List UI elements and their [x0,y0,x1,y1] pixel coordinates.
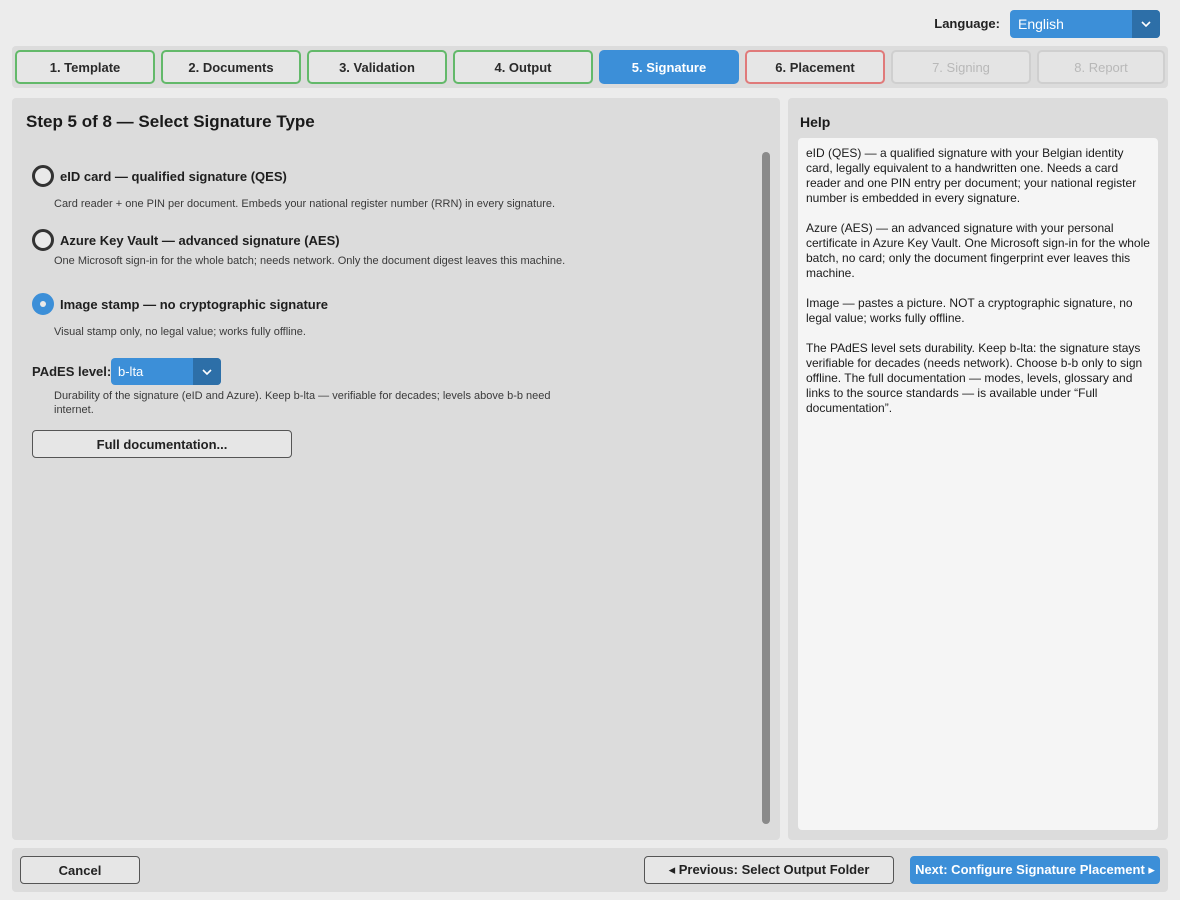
page-title: Step 5 of 8 — Select Signature Type [26,112,315,131]
scrollbar[interactable] [762,152,770,824]
step-signature[interactable]: 5. Signature [599,50,739,84]
step-report: 8. Report [1037,50,1165,84]
option-image-description: Visual stamp only, no legal value; works… [54,326,306,338]
step-template[interactable]: 1. Template [15,50,155,84]
previous-button[interactable]: ◂ Previous: Select Output Folder [644,856,894,884]
cancel-button[interactable]: Cancel [20,856,140,884]
language-label: Language: [934,16,1000,31]
help-text: eID (QES) — a qualified signature with y… [798,138,1158,830]
help-paragraph-eid: eID (QES) — a qualified signature with y… [806,146,1137,205]
step-placement[interactable]: 6. Placement [745,50,885,84]
step-validation[interactable]: 3. Validation [307,50,447,84]
option-azure[interactable]: Azure Key Vault — advanced signature (AE… [32,229,340,251]
radio-image[interactable] [32,293,54,315]
language-value: English [1018,16,1064,32]
chevron-down-icon[interactable] [1132,10,1160,38]
option-azure-label: Azure Key Vault — advanced signature (AE… [60,232,340,248]
step-signing: 7. Signing [891,50,1031,84]
chevron-down-icon[interactable] [193,358,221,385]
pades-value: b-lta [118,364,144,379]
pades-label: PAdES level: [32,364,112,379]
next-button[interactable]: Next: Configure Signature Placement ▸ [910,856,1160,884]
full-documentation-button[interactable]: Full documentation... [32,430,292,458]
option-eid-label: eID card — qualified signature (QES) [60,168,287,184]
option-image[interactable]: Image stamp — no cryptographic signature [32,293,328,315]
help-paragraph-azure: Azure (AES) — an advanced signature with… [806,221,1150,280]
language-select[interactable]: English [1010,10,1160,38]
option-eid[interactable]: eID card — qualified signature (QES) [32,165,287,187]
step-documents[interactable]: 2. Documents [161,50,301,84]
wizard-steps: 1. Template 2. Documents 3. Validation 4… [12,46,1168,88]
radio-azure[interactable] [32,229,54,251]
help-title: Help [800,114,831,130]
option-image-label: Image stamp — no cryptographic signature [60,296,328,312]
main-panel: Step 5 of 8 — Select Signature Type eID … [12,98,780,840]
footer-bar: Cancel ◂ Previous: Select Output Folder … [12,848,1168,892]
help-panel: Help eID (QES) — a qualified signature w… [788,98,1168,840]
pades-select[interactable]: b-lta [111,358,221,385]
option-eid-description: Card reader + one PIN per document. Embe… [54,198,556,210]
radio-eid[interactable] [32,165,54,187]
step-output[interactable]: 4. Output [453,50,593,84]
pades-description: Durability of the signature (eID and Azu… [54,390,551,416]
option-azure-description: One Microsoft sign-in for the whole batc… [54,255,566,267]
help-paragraph-image: Image — pastes a picture. NOT a cryptogr… [806,296,1133,325]
help-paragraph-pades: The PAdES level sets durability. Keep b-… [806,341,1143,415]
